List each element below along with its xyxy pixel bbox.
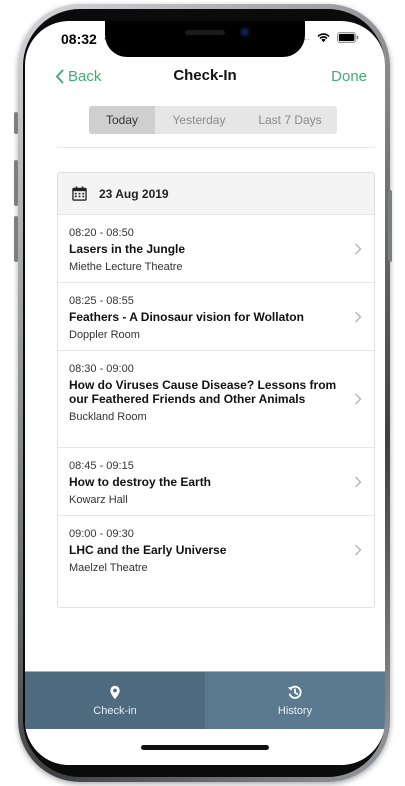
card-date: 23 Aug 2019 (99, 186, 169, 201)
session-room: Buckland Room (69, 411, 147, 423)
volume-up-button (14, 160, 18, 206)
home-area (25, 729, 385, 765)
session-time: 09:00 - 09:30 (69, 528, 134, 540)
session-room: Doppler Room (69, 329, 140, 341)
power-button (388, 190, 392, 262)
battery-icon (337, 32, 359, 43)
status-time-text: 08:32 (61, 31, 97, 47)
session-title: Lasers in the Jungle (69, 242, 186, 256)
session-title: LHC and the Early Universe (69, 543, 227, 557)
segment-last-7-days[interactable]: Last 7 Days (243, 106, 337, 134)
chevron-right-icon (355, 476, 362, 487)
segment-yesterday[interactable]: Yesterday (155, 106, 243, 134)
home-indicator[interactable] (141, 745, 269, 750)
speaker-grille (185, 30, 225, 35)
mute-switch (14, 112, 18, 134)
session-room: Kowarz Hall (69, 494, 128, 506)
volume-down-button (14, 216, 18, 262)
divider (57, 147, 375, 148)
session-time: 08:30 - 09:00 (69, 363, 134, 375)
chevron-right-icon (355, 243, 362, 254)
notch (105, 21, 305, 57)
session-item[interactable]: 08:25 - 08:55 Feathers - A Dinosaur visi… (58, 283, 374, 351)
sessions-card: 23 Aug 2019 08:20 - 08:50 Lasers in the … (57, 172, 375, 608)
tab-check-in-label: Check-in (93, 705, 137, 717)
session-item[interactable]: 09:00 - 09:30 LHC and the Early Universe… (58, 516, 374, 584)
session-title: How to destroy the Earth (69, 475, 212, 489)
session-title: Feathers - A Dinosaur vision for Wollato… (69, 310, 304, 324)
session-time: 08:25 - 08:55 (69, 295, 134, 307)
session-room: Maelzel Theatre (69, 562, 148, 574)
session-item[interactable]: 08:30 - 09:00 How do Viruses Cause Disea… (58, 351, 374, 448)
history-icon (287, 685, 302, 699)
done-button[interactable]: Done (331, 68, 367, 85)
wifi-icon (317, 33, 330, 43)
session-room: Miethe Lecture Theatre (69, 261, 183, 273)
chevron-right-icon (355, 393, 362, 405)
tab-history-label: History (277, 705, 313, 717)
tab-check-in[interactable]: Check-in (25, 672, 205, 730)
session-time: 08:45 - 09:15 (69, 460, 134, 472)
session-title: How do Viruses Cause Disease? Lessons fr… (69, 378, 337, 406)
date-range-segmented-control: Today Yesterday Last 7 Days (89, 106, 337, 134)
status-icons: .... (299, 32, 359, 43)
session-time: 08:20 - 08:50 (69, 227, 134, 239)
calendar-icon (72, 186, 87, 201)
front-camera (240, 27, 250, 37)
navigation-bar: Back Check-In Done (25, 61, 385, 91)
tab-history[interactable]: History (205, 672, 385, 730)
chevron-right-icon (355, 544, 362, 556)
segment-today[interactable]: Today (89, 106, 155, 134)
phone-screen: 08:32 .... Back Check (25, 21, 385, 765)
map-pin-icon (110, 685, 120, 700)
chevron-right-icon (355, 311, 362, 322)
session-item[interactable]: 08:45 - 09:15 How to destroy the Earth K… (58, 448, 374, 516)
session-item[interactable]: 08:20 - 08:50 Lasers in the Jungle Mieth… (58, 215, 374, 283)
card-header: 23 Aug 2019 (58, 173, 374, 215)
tab-bar: Check-in History (25, 671, 385, 730)
